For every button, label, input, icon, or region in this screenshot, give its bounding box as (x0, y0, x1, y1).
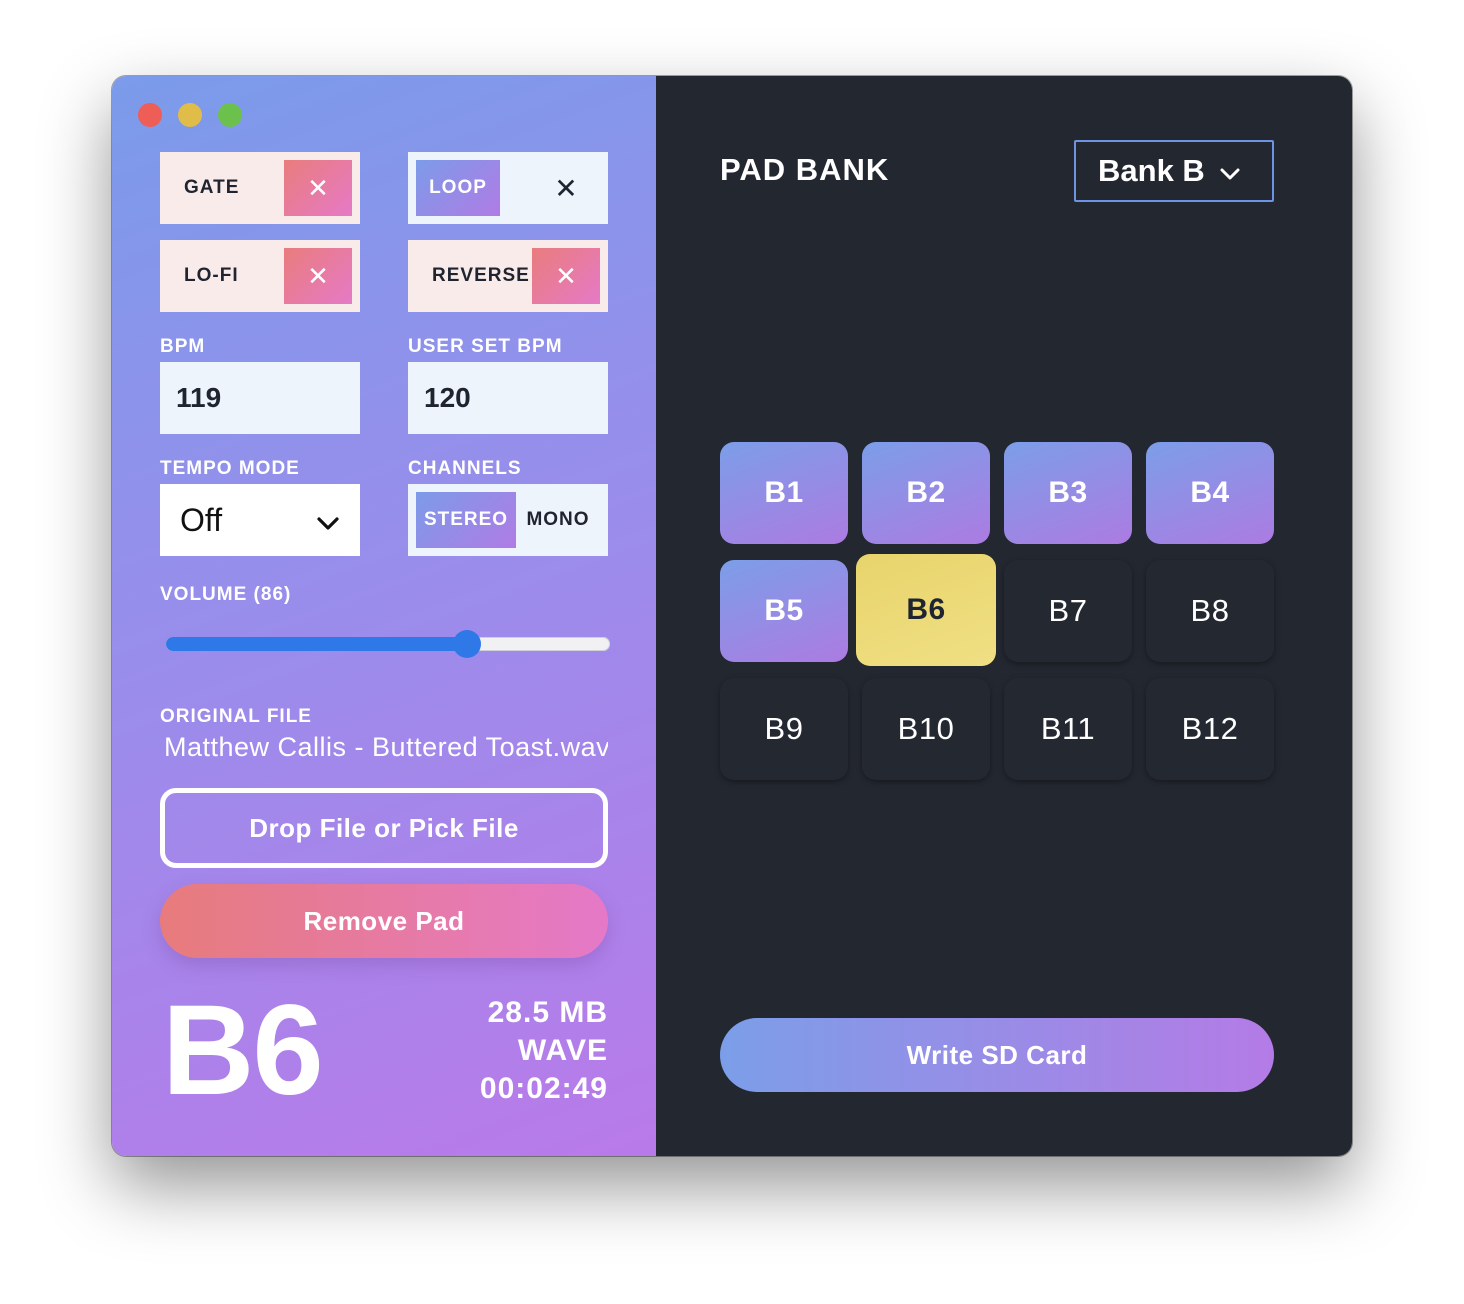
pad-b7[interactable]: B7 (1004, 560, 1132, 662)
chevron-down-icon (1219, 153, 1241, 189)
drop-file-button[interactable]: Drop File or Pick File (160, 788, 608, 868)
tempo-mode-label: TEMPO MODE (160, 458, 300, 479)
pad-b6[interactable]: B6 (856, 554, 996, 666)
zoom-window-button[interactable] (218, 103, 242, 127)
pad-b3[interactable]: B3 (1004, 442, 1132, 544)
loop-label[interactable]: LOOP (416, 160, 500, 216)
minimize-window-button[interactable] (178, 103, 202, 127)
tempo-mode-select[interactable]: Off (160, 484, 360, 556)
stereo-option[interactable]: STEREO (416, 492, 516, 548)
file-info: 28.5 MB WAVE 00:02:49 (480, 994, 608, 1108)
loop-off-icon[interactable]: ✕ (532, 160, 600, 216)
tempo-mode-value: Off (180, 501, 223, 538)
write-sd-card-button[interactable]: Write SD Card (720, 1018, 1274, 1092)
pad-b10[interactable]: B10 (862, 678, 990, 780)
lofi-toggle[interactable]: LO-FI ✕ (160, 240, 360, 312)
bank-select[interactable]: Bank B (1074, 140, 1274, 202)
volume-thumb[interactable] (453, 630, 481, 658)
pad-settings-panel: GATE ✕ LOOP ✕ LO-FI ✕ REVERSE ✕ BPM USER… (112, 76, 656, 1156)
volume-label: VOLUME (86) (160, 584, 292, 605)
gate-off-icon[interactable]: ✕ (284, 160, 352, 216)
channels-segmented-control: STEREO MONO (408, 484, 608, 556)
bank-select-value: Bank B (1098, 153, 1205, 188)
original-file-label: ORIGINAL FILE (160, 706, 312, 727)
remove-pad-button[interactable]: Remove Pad (160, 884, 608, 958)
gate-toggle[interactable]: GATE ✕ (160, 152, 360, 224)
pad-b5[interactable]: B5 (720, 560, 848, 662)
window-controls (138, 103, 242, 127)
pad-b1[interactable]: B1 (720, 442, 848, 544)
loop-toggle[interactable]: LOOP ✕ (408, 152, 608, 224)
file-format: WAVE (517, 1034, 608, 1067)
reverse-off-icon[interactable]: ✕ (532, 248, 600, 304)
bpm-label: BPM (160, 336, 206, 357)
gate-label: GATE (184, 177, 240, 198)
close-window-button[interactable] (138, 103, 162, 127)
reverse-toggle[interactable]: REVERSE ✕ (408, 240, 608, 312)
lofi-label: LO-FI (184, 265, 239, 286)
pad-b12[interactable]: B12 (1146, 678, 1274, 780)
bpm-field: 119 (160, 362, 360, 434)
selected-pad-name: B6 (162, 979, 324, 1122)
pad-b4[interactable]: B4 (1146, 442, 1274, 544)
pad-bank-panel: PAD BANK Bank B B1 B2 B3 B4 B5 B6 B7 B8 B9 B10 B11… (656, 76, 1352, 1156)
channels-label: CHANNELS (408, 458, 522, 479)
pad-b11[interactable]: B11 (1004, 678, 1132, 780)
user-bpm-label: USER SET BPM (408, 336, 563, 357)
reverse-label: REVERSE (432, 265, 530, 286)
lofi-off-icon[interactable]: ✕ (284, 248, 352, 304)
volume-fill (166, 637, 467, 651)
original-file-name: Matthew Callis - Buttered Toast.wav (164, 732, 608, 762)
file-size: 28.5 MB (487, 996, 608, 1029)
volume-slider[interactable] (166, 630, 610, 658)
pad-bank-title: PAD BANK (720, 152, 890, 187)
chevron-down-icon (316, 502, 340, 539)
pad-b8[interactable]: B8 (1146, 560, 1274, 662)
mono-option[interactable]: MONO (516, 509, 600, 531)
pad-b9[interactable]: B9 (720, 678, 848, 780)
user-bpm-input[interactable]: 120 (408, 362, 608, 434)
app-window: GATE ✕ LOOP ✕ LO-FI ✕ REVERSE ✕ BPM USER… (112, 76, 1352, 1156)
file-duration: 00:02:49 (479, 1072, 608, 1105)
pad-b2[interactable]: B2 (862, 442, 990, 544)
